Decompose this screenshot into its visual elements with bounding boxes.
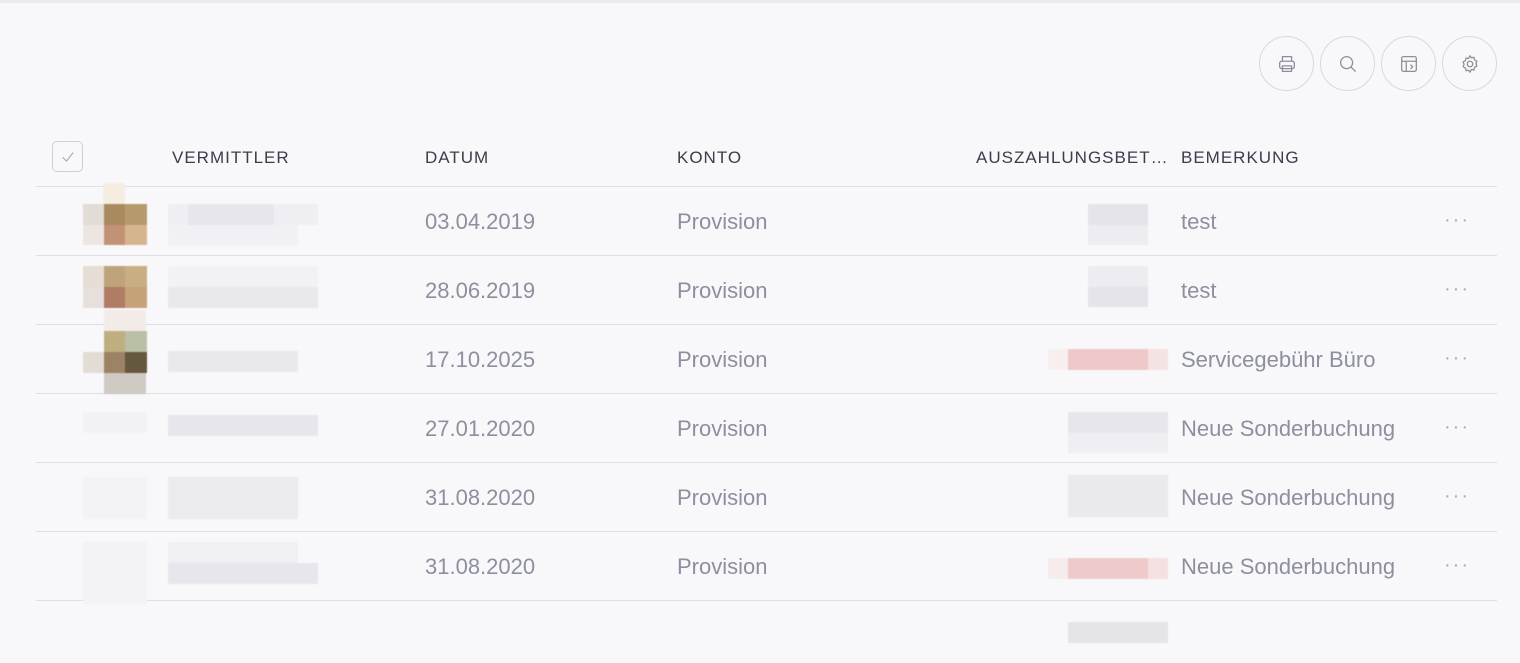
datum-cell: 27.01.2020 [425,416,536,441]
row-more-button[interactable]: ··· [1444,554,1470,577]
row-more-button[interactable]: ··· [1444,416,1470,439]
konto-cell: Provision [677,278,768,303]
avatar [83,183,147,247]
vermittler-name [168,477,298,519]
column-header-bemerkung[interactable]: BEMERKUNG [1181,148,1300,168]
amount-cell [1048,349,1168,370]
datum-cell: 03.04.2019 [425,209,536,234]
columns-button[interactable] [1381,36,1436,91]
table-row[interactable]: 03.04.2019 Provision test ··· [36,183,1497,256]
amount-cell [1048,558,1168,579]
column-header-auszahlungsbetrag[interactable]: AUSZAHLUNGSBET… [976,148,1169,168]
bemerkung-cell: Neue Sonderbuchung [1181,485,1396,510]
column-header-vermittler[interactable]: VERMITTLER [172,148,290,168]
vermittler-name [168,204,318,246]
bemerkung-cell: test [1181,209,1217,234]
konto-cell: Provision [677,347,768,372]
bemerkung-cell: Servicegebühr Büro [1181,347,1376,372]
avatar [83,542,147,604]
amount-cell [1068,475,1168,517]
datum-cell: 31.08.2020 [425,554,536,579]
table-toolbar [1259,36,1497,91]
konto-cell: Provision [677,209,768,234]
search-button[interactable] [1320,36,1375,91]
bookings-table: VERMITTLER DATUM KONTO AUSZAHLUNGSBET… B… [36,126,1497,643]
konto-cell: Provision [677,485,768,510]
checkmark-icon [61,151,74,162]
vermittler-name [168,351,298,372]
search-icon [1339,55,1356,72]
row-more-button[interactable]: ··· [1444,485,1470,508]
column-header-konto[interactable]: KONTO [677,148,742,168]
bemerkung-cell: test [1181,278,1217,303]
table-row[interactable]: 31.08.2020 Provision Neue Sonderbuchung … [36,463,1497,532]
column-header-datum[interactable]: DATUM [425,148,489,168]
print-button[interactable] [1259,36,1314,91]
datum-cell: 17.10.2025 [425,347,536,372]
bemerkung-cell: Neue Sonderbuchung [1181,554,1396,579]
avatar [83,412,147,433]
amount-cell [1088,266,1148,308]
table-row[interactable]: 27.01.2020 Provision Neue Sonderbuchung … [36,394,1497,463]
vermittler-name [168,415,318,436]
table-header-row: VERMITTLER DATUM KONTO AUSZAHLUNGSBET… B… [36,126,1497,187]
amount-total [1068,622,1168,643]
gear-icon [1461,54,1478,73]
select-all-checkbox[interactable] [52,141,83,172]
vermittler-name [168,266,318,308]
vermittler-name [168,542,318,584]
avatar [83,266,147,310]
table-row[interactable]: 28.06.2019 Provision test ··· [36,256,1497,325]
table-columns-icon [1400,55,1417,72]
top-divider [0,0,1520,3]
avatar [83,477,147,519]
avatar [83,310,147,394]
amount-cell [1088,204,1148,246]
bemerkung-cell: Neue Sonderbuchung [1181,416,1396,441]
konto-cell: Provision [677,416,768,441]
konto-cell: Provision [677,554,768,579]
row-more-button[interactable]: ··· [1444,278,1470,301]
datum-cell: 31.08.2020 [425,485,536,510]
table-row[interactable]: 17.10.2025 Provision Servicegebühr Büro … [36,310,1497,394]
amount-cell [1068,412,1168,454]
table-row[interactable]: 31.08.2020 Provision Neue Sonderbuchung … [36,532,1497,604]
row-more-button[interactable]: ··· [1444,209,1470,232]
printer-icon [1278,55,1295,72]
row-more-button[interactable]: ··· [1444,347,1470,370]
settings-button[interactable] [1442,36,1497,91]
datum-cell: 28.06.2019 [425,278,536,303]
